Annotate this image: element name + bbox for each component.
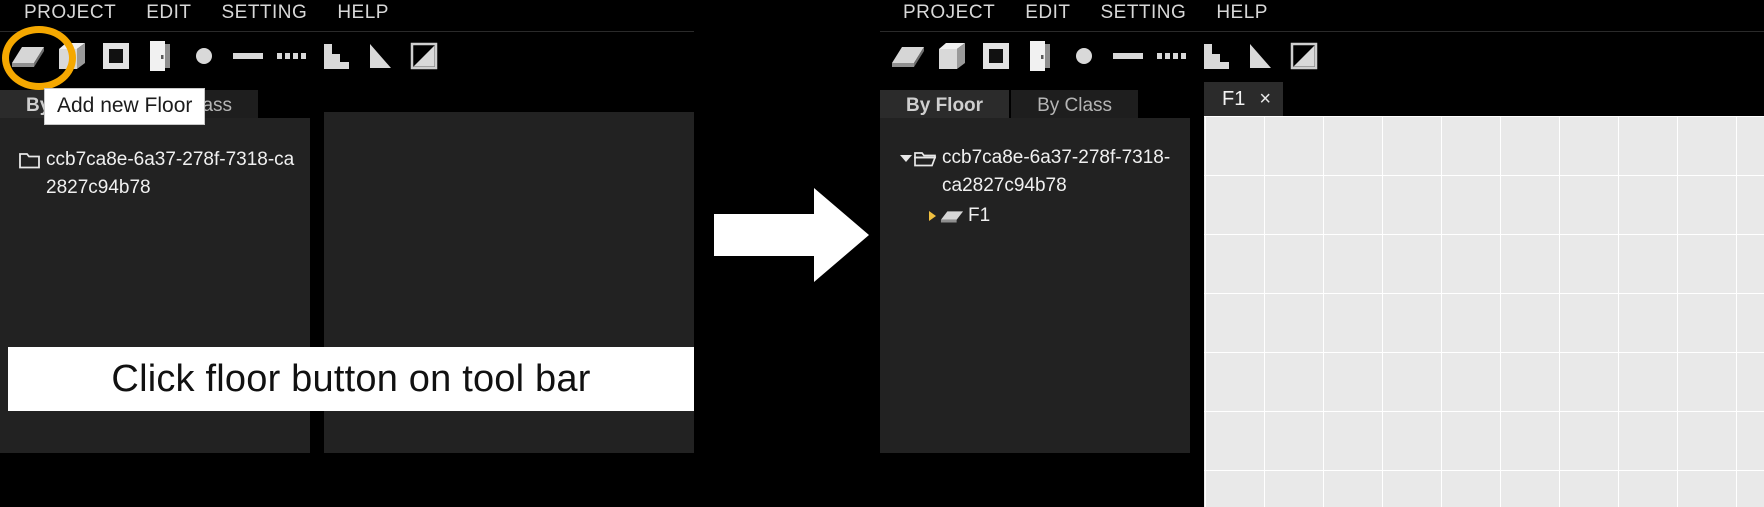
tree-panel-after[interactable]: ccb7ca8e-6a37-278f-7318-ca2827c94b78 F1 [880, 118, 1190, 453]
menu-item-setting[interactable]: SETTING [221, 2, 307, 24]
tooltip-text: Add new Floor [57, 94, 193, 117]
tool-window-button-after[interactable] [974, 34, 1018, 78]
tool-railing-button[interactable] [270, 34, 314, 78]
tool-door-button[interactable] [138, 34, 182, 78]
tool-roof-button[interactable] [402, 34, 446, 78]
tool-roof-button-after[interactable] [1282, 34, 1326, 78]
caption-banner: Click floor button on tool bar [8, 347, 694, 411]
menu-item-project[interactable]: PROJECT [24, 2, 116, 24]
right-arrow-icon [714, 188, 869, 288]
caption-text: Click floor button on tool bar [111, 357, 591, 400]
tree-item-f1[interactable]: F1 [924, 202, 1176, 230]
tool-ramp-button[interactable] [358, 34, 402, 78]
tree-item-label: ccb7ca8e-6a37-278f-7318-ca2827c94b78 [46, 149, 295, 198]
chevron-down-icon[interactable] [898, 144, 914, 172]
toolbar-divider-after [880, 31, 1764, 32]
tool-railing-button-after[interactable] [1150, 34, 1194, 78]
tree-item-project-after[interactable]: ccb7ca8e-6a37-278f-7318-ca2827c94b78 [898, 144, 1176, 200]
tool-wall-cube-button-after[interactable] [930, 34, 974, 78]
menu-item-setting-after[interactable]: SETTING [1100, 2, 1186, 24]
tutorial-screenshot: PROJECT EDIT SETTING HELP By Class ccb7c… [0, 0, 1764, 507]
tool-door-button-after[interactable] [1018, 34, 1062, 78]
tool-window-button[interactable] [94, 34, 138, 78]
tool-stair-button-after[interactable] [1194, 34, 1238, 78]
close-icon[interactable]: × [1259, 89, 1271, 109]
tree-item-f1-label: F1 [968, 205, 991, 226]
menu-item-edit-after[interactable]: EDIT [1025, 2, 1070, 24]
floor-slab-icon [940, 202, 964, 230]
folder-icon [18, 146, 42, 174]
menubar-after: PROJECT EDIT SETTING HELP [903, 0, 1268, 26]
document-tab-f1[interactable]: F1 × [1204, 82, 1284, 116]
floor-plan-canvas[interactable] [1204, 116, 1764, 507]
document-tab-label: F1 [1222, 87, 1246, 110]
highlight-ring-floor-tool [2, 26, 76, 90]
menu-item-edit[interactable]: EDIT [146, 2, 191, 24]
tooltip-add-new-floor: Add new Floor [44, 88, 206, 126]
menu-item-help-after[interactable]: HELP [1216, 2, 1268, 24]
folder-open-icon [914, 144, 938, 172]
tool-beam-button-after[interactable] [1106, 34, 1150, 78]
menubar-before: PROJECT EDIT SETTING HELP [24, 0, 389, 26]
tool-stair-button[interactable] [314, 34, 358, 78]
tree-item-label-after: ccb7ca8e-6a37-278f-7318-ca2827c94b78 [942, 147, 1171, 196]
toolbar-after [886, 33, 1326, 79]
tool-column-button-after[interactable] [1062, 34, 1106, 78]
toolbar-divider-before [0, 31, 694, 32]
chevron-right-icon[interactable] [924, 202, 940, 230]
menu-item-project-after[interactable]: PROJECT [903, 2, 995, 24]
menu-item-help[interactable]: HELP [337, 2, 389, 24]
tree-item-project-before[interactable]: ccb7ca8e-6a37-278f-7318-ca2827c94b78 [18, 146, 296, 202]
tool-beam-button[interactable] [226, 34, 270, 78]
tool-floor-slab-button-after[interactable] [886, 34, 930, 78]
tool-ramp-button-after[interactable] [1238, 34, 1282, 78]
tool-column-button[interactable] [182, 34, 226, 78]
